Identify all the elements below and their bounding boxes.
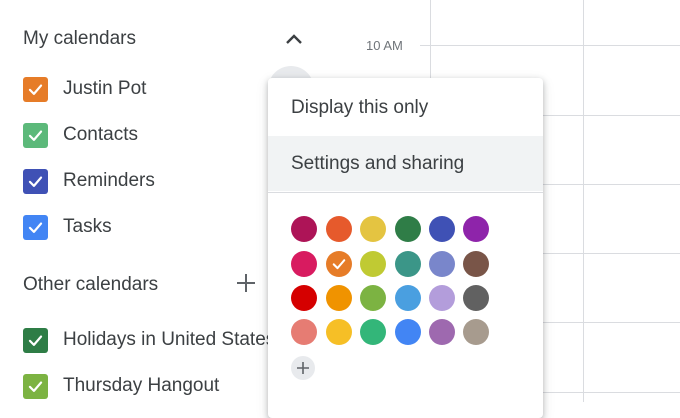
calendar-label: Holidays in United States (63, 329, 276, 350)
color-swatch[interactable] (429, 216, 455, 242)
other-calendars-title[interactable]: Other calendars (23, 274, 158, 296)
color-swatch[interactable] (395, 319, 421, 345)
color-swatch[interactable] (360, 285, 386, 311)
calendar-label: Tasks (63, 216, 112, 237)
color-swatch[interactable] (291, 216, 317, 242)
menu-item-display-this-only[interactable]: Display this only (268, 80, 543, 135)
color-swatch[interactable] (360, 216, 386, 242)
time-label-10am: 10 AM (366, 38, 403, 53)
color-swatch[interactable] (395, 285, 421, 311)
color-swatch[interactable] (291, 285, 317, 311)
grid-hour-line (543, 392, 680, 393)
calendar-options-menu: Display this only Settings and sharing (268, 78, 543, 418)
calendar-checkbox[interactable] (23, 168, 48, 194)
calendar-checkbox[interactable] (23, 214, 48, 240)
calendar-item[interactable]: Reminders (23, 168, 155, 194)
calendar-label: Thursday Hangout (63, 375, 220, 396)
grid-vertical-line (583, 0, 584, 402)
color-swatch[interactable] (463, 216, 489, 242)
calendar-checkbox[interactable] (23, 373, 48, 399)
color-swatch[interactable] (291, 319, 317, 345)
check-icon (28, 129, 43, 141)
check-icon (28, 334, 43, 346)
color-swatch[interactable] (326, 285, 352, 311)
grid-hour-line (543, 253, 680, 254)
my-calendars-title[interactable]: My calendars (23, 28, 136, 50)
color-swatch[interactable] (360, 319, 386, 345)
calendar-label: Reminders (63, 170, 155, 191)
color-swatch[interactable] (395, 251, 421, 277)
color-swatch[interactable] (429, 319, 455, 345)
plus-icon (297, 362, 309, 374)
check-icon (28, 175, 43, 187)
menu-divider (268, 192, 543, 193)
color-swatch[interactable] (326, 216, 352, 242)
grid-hour-line (543, 322, 680, 323)
color-swatch[interactable] (326, 319, 352, 345)
check-icon (28, 221, 43, 233)
color-swatch[interactable] (463, 251, 489, 277)
calendar-item[interactable]: Justin Pot (23, 76, 146, 102)
calendar-label: Justin Pot (63, 78, 147, 99)
calendar-label: Contacts (63, 124, 138, 145)
color-swatch[interactable] (395, 216, 421, 242)
collapse-chevron-up-icon[interactable] (283, 30, 305, 48)
calendar-checkbox[interactable] (23, 76, 48, 102)
check-icon (332, 259, 346, 270)
add-custom-color-button[interactable] (291, 356, 315, 380)
color-swatch[interactable] (429, 251, 455, 277)
calendar-item[interactable]: Tasks (23, 214, 112, 240)
check-icon (28, 83, 43, 95)
color-swatch[interactable] (429, 285, 455, 311)
calendar-item[interactable]: Thursday Hangout (23, 373, 219, 399)
calendar-checkbox[interactable] (23, 327, 48, 353)
color-swatch[interactable] (291, 251, 317, 277)
color-swatch[interactable] (360, 251, 386, 277)
grid-hour-line (543, 115, 680, 116)
calendar-checkbox[interactable] (23, 122, 48, 148)
calendar-item[interactable]: Holidays in United States (23, 327, 275, 353)
grid-hour-line (543, 184, 680, 185)
color-swatch[interactable] (463, 285, 489, 311)
color-swatch[interactable] (463, 319, 489, 345)
calendar-item[interactable]: Contacts (23, 122, 138, 148)
grid-hour-line (420, 45, 680, 46)
add-calendar-plus-icon[interactable] (235, 272, 257, 294)
menu-item-settings-and-sharing[interactable]: Settings and sharing (268, 136, 543, 191)
check-icon (28, 380, 43, 392)
color-swatch[interactable] (326, 251, 352, 277)
